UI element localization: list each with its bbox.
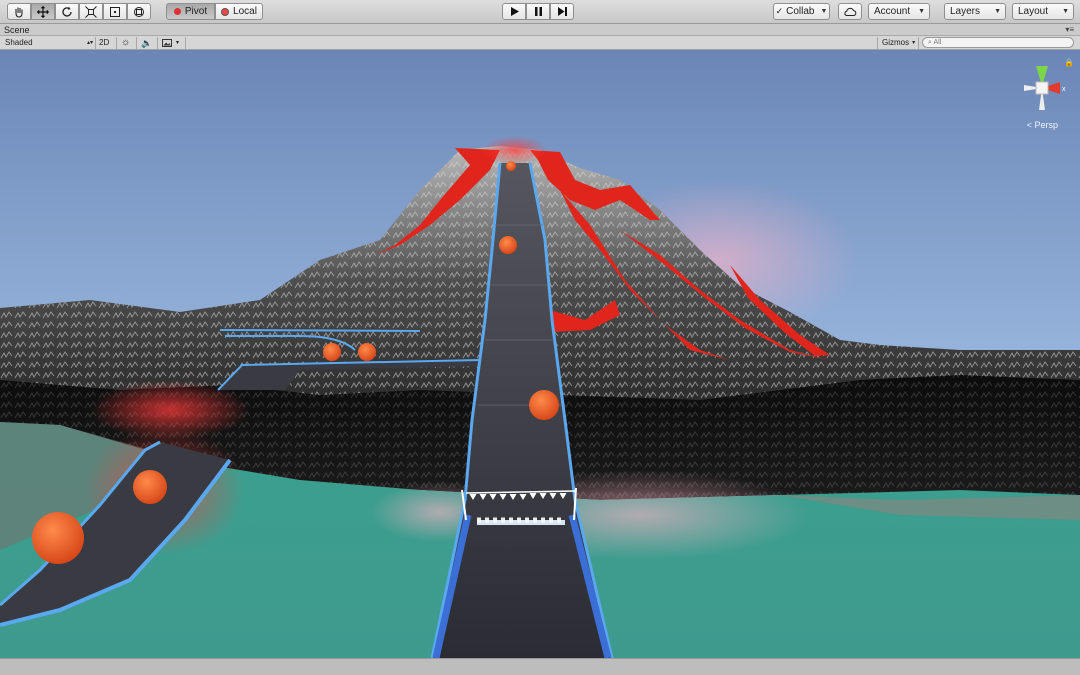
play-icon <box>510 7 519 16</box>
speaker-icon: 🔈 <box>141 38 153 48</box>
check-icon: ✓ <box>775 6 784 16</box>
chevron-down-icon: ▾ <box>912 40 916 46</box>
layout-label: Layout <box>1018 6 1049 17</box>
divider <box>918 37 919 49</box>
scale-icon <box>85 5 97 18</box>
local-toggle[interactable]: Local <box>215 3 263 20</box>
divider <box>877 37 878 49</box>
chevron-down-icon: ▴▾ <box>86 40 93 46</box>
chevron-down-icon: ▼ <box>918 8 925 15</box>
divider <box>185 37 186 49</box>
axis-gizmo-icon: x <box>1024 66 1066 110</box>
step-icon <box>557 7 567 16</box>
chevron-down-icon: ▼ <box>1062 8 1069 15</box>
scene-controls-bar: Shaded ▴▾ 2D ☼ 🔈 ▾ Gizmos ▾ ⌕ All <box>0 36 1080 50</box>
account-label: Account <box>874 6 911 17</box>
status-bar <box>0 658 1080 675</box>
image-icon <box>162 39 172 47</box>
pivot-label: Pivot <box>184 6 208 17</box>
gizmos-dropdown[interactable]: Gizmos ▾ <box>882 37 915 49</box>
scene-viewport[interactable]: x < Persp 🔒 <box>0 50 1080 658</box>
search-placeholder: All <box>933 39 942 46</box>
transform-icon <box>134 6 144 17</box>
search-icon: ⌕ <box>928 39 932 46</box>
chevron-down-icon: ▼ <box>820 8 828 15</box>
2d-label: 2D <box>99 38 110 47</box>
persp-icon: < <box>1026 120 1032 130</box>
scene-tab-bar: Scene ▾≡ <box>0 24 1080 36</box>
projection-toggle[interactable]: < Persp <box>1027 120 1058 130</box>
step-button[interactable] <box>550 3 574 20</box>
chevron-down-icon: ▾ <box>176 40 180 46</box>
lock-icon[interactable]: 🔒 <box>1064 58 1074 67</box>
audio-toggle[interactable]: 🔈 <box>141 37 152 49</box>
tab-menu-icon[interactable]: ▾≡ <box>1065 24 1074 36</box>
effects-dropdown[interactable]: ▾ <box>162 37 179 49</box>
pivot-toggle[interactable]: Pivot <box>166 3 215 20</box>
2d-toggle[interactable]: 2D <box>99 37 109 49</box>
scale-tool-button[interactable] <box>79 3 103 20</box>
scene-search-input[interactable]: ⌕ All <box>922 37 1074 48</box>
scene-tab[interactable]: Scene <box>4 24 30 36</box>
cloud-button[interactable] <box>838 3 862 20</box>
pause-icon <box>534 7 542 16</box>
main-toolbar: Pivot Local ✓ Collab ▼ Account ▼ Layers … <box>0 0 1080 24</box>
move-tool-button[interactable] <box>31 3 55 20</box>
shading-mode-label: Shaded <box>5 38 33 47</box>
hand-tool-button[interactable] <box>7 3 31 20</box>
hand-icon <box>15 7 23 18</box>
projection-label: Persp <box>1034 120 1058 130</box>
move-arrows-icon <box>37 5 49 18</box>
axis-x-label: x <box>1062 86 1066 93</box>
shading-mode-dropdown[interactable]: Shaded ▴▾ <box>5 37 93 49</box>
lighting-toggle[interactable]: ☼ <box>121 37 130 49</box>
pivot-icon <box>173 8 181 15</box>
rotate-tool-button[interactable] <box>55 3 79 20</box>
gizmos-label: Gizmos <box>882 38 910 47</box>
rect-tool-button[interactable] <box>103 3 127 20</box>
divider <box>95 37 96 49</box>
sun-icon: ☼ <box>121 37 131 48</box>
local-icon <box>221 7 230 16</box>
divider <box>136 37 137 49</box>
cloud-icon <box>844 7 857 16</box>
layers-dropdown[interactable]: Layers ▼ <box>944 3 1006 20</box>
account-dropdown[interactable]: Account ▼ <box>868 3 930 20</box>
play-button[interactable] <box>502 3 526 20</box>
collab-dropdown[interactable]: ✓ Collab ▼ <box>773 3 830 20</box>
chevron-down-icon: ▼ <box>994 8 1001 15</box>
scene-render <box>0 50 1080 658</box>
transform-tool-button[interactable] <box>127 3 151 20</box>
layers-label: Layers <box>950 6 981 17</box>
divider <box>157 37 158 49</box>
local-label: Local <box>233 6 257 17</box>
pause-button[interactable] <box>526 3 550 20</box>
divider <box>116 37 117 49</box>
collab-label: Collab <box>786 6 815 17</box>
rect-transform-icon <box>110 6 120 17</box>
layout-dropdown[interactable]: Layout ▼ <box>1012 3 1074 20</box>
rotate-icon <box>62 6 72 17</box>
